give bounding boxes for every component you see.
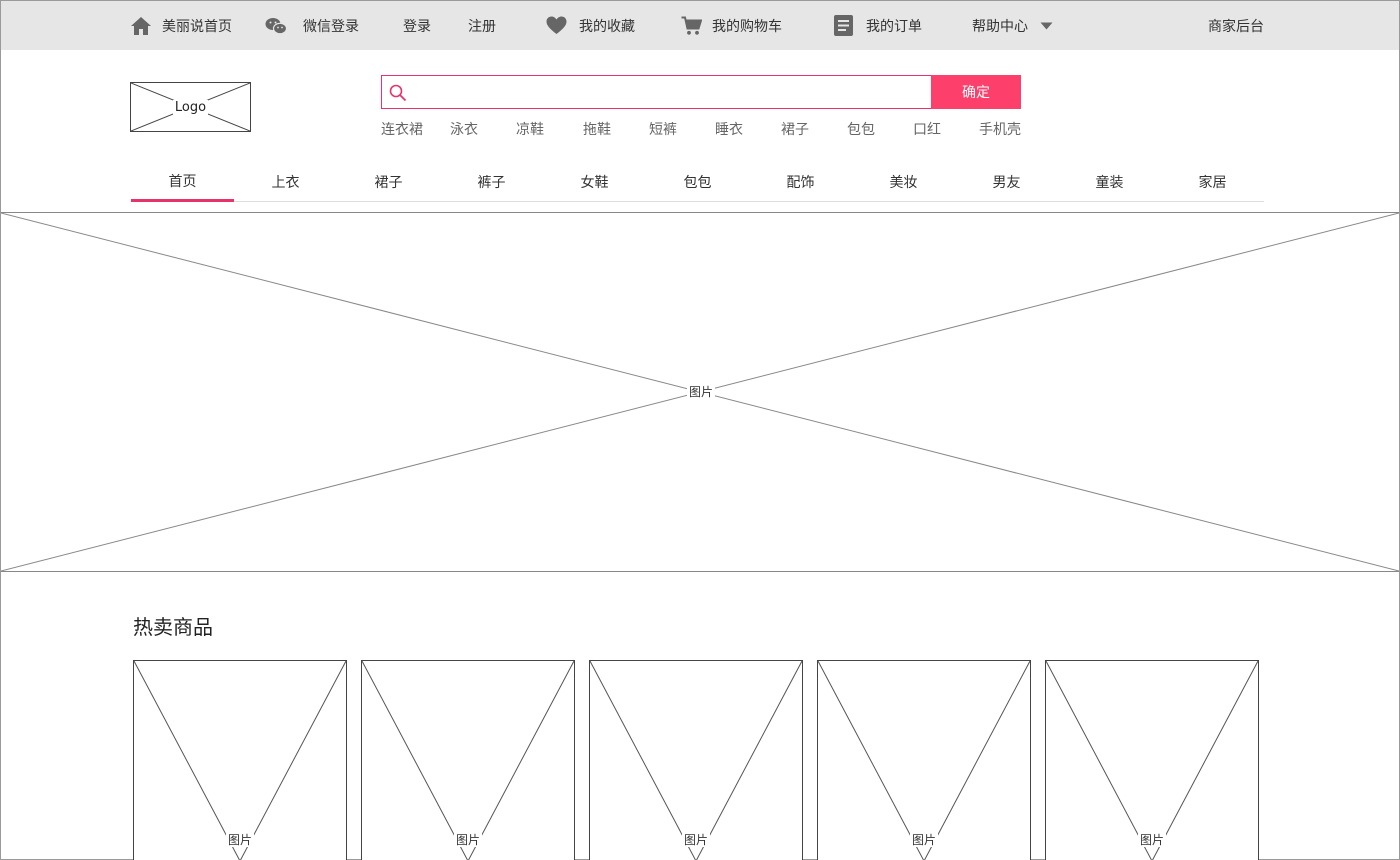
favorites-label: 我的收藏: [579, 18, 635, 35]
product-image-placeholder: [362, 661, 574, 860]
favorites-link[interactable]: 我的收藏: [546, 1, 635, 50]
category-nav: 首页 上衣 裙子 裤子 女鞋 包包 配饰 美妆 男友 童装 家居: [131, 161, 1264, 202]
product-card[interactable]: 图片: [589, 660, 803, 860]
hot-word-link[interactable]: 短裤: [649, 119, 677, 139]
product-card[interactable]: 图片: [817, 660, 1031, 860]
logo[interactable]: Logo: [130, 82, 251, 132]
orders-label: 我的订单: [866, 18, 922, 35]
product-image-placeholder: [818, 661, 1030, 860]
product-image-placeholder: [1046, 661, 1258, 860]
wechat-icon: [265, 17, 287, 35]
hot-word-link[interactable]: 睡衣: [715, 119, 743, 139]
cart-label: 我的购物车: [712, 18, 782, 35]
login-link[interactable]: 登录: [403, 1, 431, 50]
nav-tab-home-living[interactable]: 家居: [1161, 161, 1264, 202]
nav-tab-boyfriend[interactable]: 男友: [955, 161, 1058, 202]
merchant-backend-label: 商家后台: [1208, 18, 1264, 35]
home-icon: [130, 16, 152, 36]
help-center-dropdown[interactable]: 帮助中心: [972, 1, 1053, 50]
hot-search-words: 连衣裙 泳衣 凉鞋 拖鞋 短裤 睡衣 裙子 包包 口红 手机壳: [381, 119, 1031, 139]
chevron-down-icon: [1040, 18, 1053, 34]
section-title: 热卖商品: [133, 615, 213, 639]
search-bar: 确定: [381, 75, 1021, 109]
nav-tab-womens-shoes[interactable]: 女鞋: [543, 161, 646, 202]
product-card[interactable]: 图片: [361, 660, 575, 860]
orders-link[interactable]: 我的订单: [834, 1, 922, 50]
order-list-icon: [834, 15, 853, 36]
search-icon: [389, 84, 407, 106]
product-image-label: 图片: [1137, 833, 1166, 847]
nav-tab-bags[interactable]: 包包: [646, 161, 749, 202]
product-image-label: 图片: [681, 833, 710, 847]
nav-tab-beauty[interactable]: 美妆: [852, 161, 955, 202]
help-center-label: 帮助中心: [972, 18, 1028, 35]
product-image-placeholder: [590, 661, 802, 860]
hot-word-link[interactable]: 口红: [913, 119, 941, 139]
hot-word-link[interactable]: 泳衣: [450, 119, 478, 139]
search-input[interactable]: [412, 77, 927, 107]
hot-word-link[interactable]: 手机壳: [979, 119, 1021, 139]
nav-tab-accessories[interactable]: 配饰: [749, 161, 852, 202]
nav-tab-skirts[interactable]: 裙子: [337, 161, 440, 202]
nav-tab-kids[interactable]: 童装: [1058, 161, 1161, 202]
merchant-backend-link[interactable]: 商家后台: [1208, 1, 1264, 50]
wechat-login-link[interactable]: 微信登录: [265, 1, 359, 50]
product-image-label: 图片: [909, 833, 938, 847]
product-card[interactable]: 图片: [1045, 660, 1259, 860]
wechat-login-label: 微信登录: [303, 18, 359, 35]
product-card[interactable]: 图片: [133, 660, 347, 860]
product-image-label: 图片: [453, 833, 482, 847]
hot-word-link[interactable]: 包包: [847, 119, 875, 139]
nav-tab-tops[interactable]: 上衣: [234, 161, 337, 202]
top-bar: 美丽说首页 微信登录 登录 注册 我的收藏 我的购物车 我的订单 帮助中心 商家…: [1, 1, 1399, 50]
home-link[interactable]: 美丽说首页: [130, 1, 232, 50]
hot-word-link[interactable]: 凉鞋: [516, 119, 544, 139]
banner-label: 图片: [687, 385, 716, 399]
hot-word-link[interactable]: 连衣裙: [381, 119, 423, 139]
nav-tab-pants[interactable]: 裤子: [440, 161, 543, 202]
banner-image[interactable]: 图片: [1, 212, 1399, 572]
cart-link[interactable]: 我的购物车: [681, 1, 782, 50]
login-link-label: 登录: [403, 18, 431, 35]
home-link-label: 美丽说首页: [162, 18, 232, 35]
search-box: [381, 75, 932, 109]
register-link[interactable]: 注册: [468, 1, 496, 50]
logo-text: Logo: [172, 99, 209, 115]
product-image-placeholder: [134, 661, 346, 860]
search-submit-button[interactable]: 确定: [931, 75, 1021, 109]
product-image-label: 图片: [225, 833, 254, 847]
heart-icon: [546, 16, 567, 35]
hot-word-link[interactable]: 裙子: [781, 119, 809, 139]
hot-word-link[interactable]: 拖鞋: [583, 119, 611, 139]
nav-tab-home[interactable]: 首页: [131, 161, 234, 202]
register-link-label: 注册: [468, 18, 496, 35]
cart-icon: [681, 16, 702, 36]
